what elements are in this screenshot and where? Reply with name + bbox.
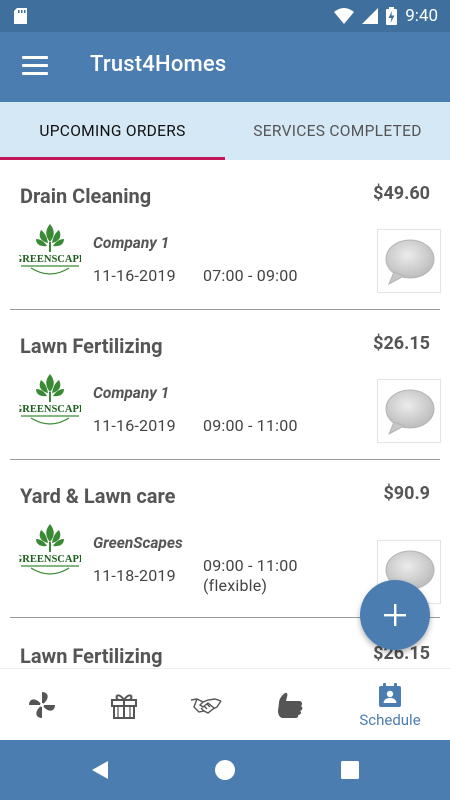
order-price: $26.15	[373, 333, 430, 354]
order-time: 07:00 - 09:00	[203, 266, 298, 286]
hamburger-menu-icon[interactable]	[22, 56, 48, 78]
company-name: GreenScapes	[93, 534, 183, 552]
status-time: 9:40	[405, 6, 438, 26]
bottom-navigation: Schedule	[0, 668, 450, 740]
order-price: $90.9	[383, 483, 430, 504]
order-date: 11-18-2019	[93, 566, 176, 585]
service-name: Lawn Fertilizing	[20, 334, 163, 358]
recents-icon[interactable]	[340, 760, 360, 780]
chat-button[interactable]	[377, 229, 441, 293]
company-name: Company 1	[93, 234, 170, 252]
nav-item-schedule[interactable]: Schedule	[347, 669, 433, 741]
chat-bubble-icon	[385, 389, 435, 436]
greenscape-logo: GREENSCAPE	[19, 374, 81, 425]
calendar-person-icon	[379, 682, 401, 707]
nav-label-schedule: Schedule	[359, 710, 421, 729]
sd-card-icon	[14, 8, 27, 24]
order-card[interactable]: Drain Cleaning $49.60 GREENSCAPE Company…	[0, 160, 450, 310]
screen: 9:40 Trust4Homes UPCOMING ORDERS SERVICE…	[0, 0, 450, 800]
battery-charging-icon	[386, 7, 398, 25]
chat-bubble-icon	[385, 239, 435, 286]
order-card[interactable]: Lawn Fertilizing $26.15 GREENSCAPE Compa…	[0, 310, 450, 460]
signal-icon	[362, 8, 379, 24]
tab-bar: UPCOMING ORDERS SERVICES COMPLETED	[0, 102, 450, 160]
order-time-note: (flexible)	[203, 576, 268, 595]
tab-services-completed[interactable]: SERVICES COMPLETED	[225, 102, 450, 160]
service-name: Drain Cleaning	[20, 184, 152, 208]
plus-icon	[384, 604, 406, 626]
handshake-icon	[190, 698, 222, 714]
nav-item-pinwheel[interactable]	[22, 669, 62, 741]
order-time-range: 09:00 - 11:00	[203, 556, 298, 575]
nav-item-thumbs-up[interactable]	[269, 669, 309, 741]
service-name: Lawn Fertilizing	[20, 644, 163, 668]
company-name: Company 1	[93, 384, 170, 402]
order-price: $49.60	[373, 183, 430, 204]
svg-text:GREENSCAPE: GREENSCAPE	[19, 554, 81, 565]
service-name: Yard & Lawn care	[20, 484, 176, 508]
system-navigation-bar	[0, 740, 450, 800]
order-time: 09:00 - 11:00 (flexible)	[203, 556, 298, 596]
pinwheel-icon	[29, 692, 55, 718]
nav-item-gift[interactable]	[104, 669, 144, 741]
tab-upcoming-orders[interactable]: UPCOMING ORDERS	[0, 102, 225, 160]
greenscape-logo: GREENSCAPE	[19, 224, 81, 275]
svg-text:GREENSCAPE: GREENSCAPE	[19, 404, 81, 415]
status-bar: 9:40	[0, 0, 450, 32]
wifi-icon	[334, 8, 355, 24]
order-time-range: 07:00 - 09:00	[203, 266, 298, 285]
thumbs-up-icon	[278, 692, 303, 718]
gift-icon	[111, 694, 137, 719]
home-icon[interactable]	[214, 759, 236, 781]
order-date: 11-16-2019	[93, 416, 176, 435]
greenscape-logo: GREENSCAPE	[19, 524, 81, 575]
svg-text:GREENSCAPE: GREENSCAPE	[19, 254, 81, 265]
nav-item-handshake[interactable]	[186, 669, 226, 741]
order-date: 11-16-2019	[93, 266, 176, 285]
app-title: Trust4Homes	[90, 52, 227, 77]
order-time: 09:00 - 11:00	[203, 416, 298, 436]
add-order-button[interactable]	[360, 580, 430, 650]
order-time-range: 09:00 - 11:00	[203, 416, 298, 435]
chat-button[interactable]	[377, 379, 441, 443]
back-icon[interactable]	[90, 760, 110, 780]
app-bar: Trust4Homes	[0, 32, 450, 102]
